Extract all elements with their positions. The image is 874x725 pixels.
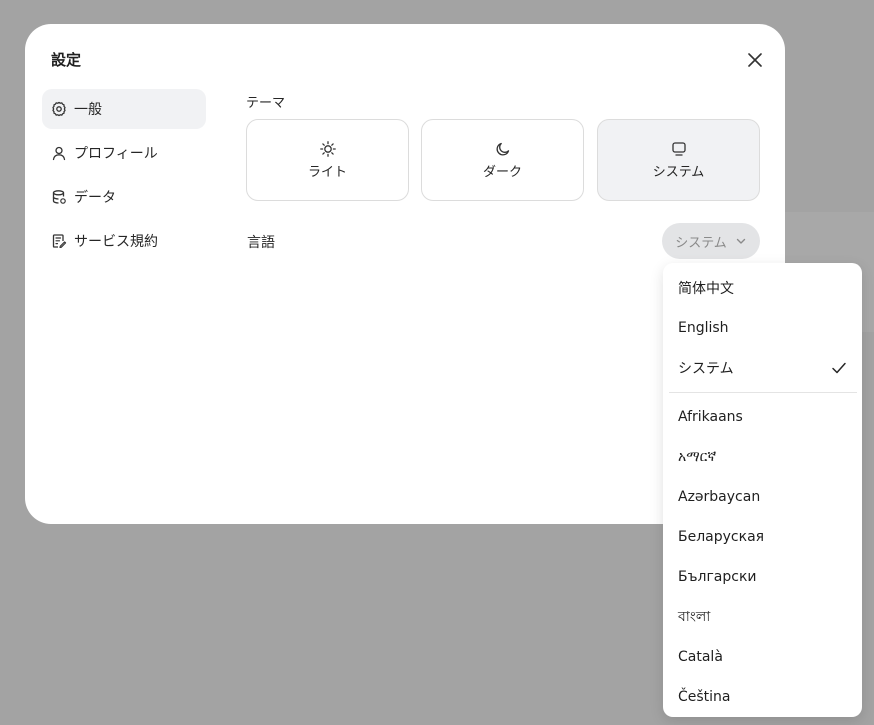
theme-option-label: ライト <box>307 164 347 180</box>
chevron-down-icon <box>736 238 746 244</box>
sidebar-item-label: データ <box>74 190 116 206</box>
sidebar-item-profile[interactable]: プロフィール <box>42 133 206 173</box>
moon-icon <box>495 141 511 157</box>
language-option-amharic[interactable]: አማርኛ <box>663 437 862 477</box>
sidebar-item-terms[interactable]: サービス規約 <box>42 221 206 261</box>
sidebar-item-general[interactable]: 一般 <box>42 89 206 129</box>
language-option-label: Български <box>678 569 757 585</box>
language-option-label: Azərbaycan <box>678 489 761 505</box>
language-option-label: システム <box>678 361 734 377</box>
language-option-bulgarian[interactable]: Български <box>663 557 862 597</box>
language-option-azerbaijani[interactable]: Azərbaycan <box>663 477 862 517</box>
check-icon <box>832 362 846 374</box>
language-option-label: বাংলা <box>678 609 711 625</box>
close-icon <box>748 53 762 67</box>
language-option-system[interactable]: システム <box>663 348 862 388</box>
user-icon <box>51 145 67 161</box>
language-option-label: አማርኛ <box>678 449 717 465</box>
language-option-czech[interactable]: Čeština <box>663 677 862 717</box>
sidebar-item-label: プロフィール <box>74 146 158 162</box>
language-option-bengali[interactable]: বাংলা <box>663 597 862 637</box>
language-option-catalan[interactable]: Català <box>663 637 862 677</box>
database-icon <box>51 189 67 205</box>
theme-option-label: システム <box>652 164 705 180</box>
theme-option-label: ダーク <box>482 164 522 180</box>
language-option-label: Català <box>678 649 723 665</box>
close-button[interactable] <box>743 48 767 72</box>
language-dropdown-menu: 简体中文 English システム Afrikaans አማርኛ Azərbay… <box>663 263 862 717</box>
menu-divider <box>669 392 857 393</box>
document-icon <box>51 233 67 249</box>
language-option-label: Беларуская <box>678 529 765 545</box>
language-option-label: Afrikaans <box>678 409 743 425</box>
language-option-belarusian[interactable]: Беларуская <box>663 517 862 557</box>
gear-icon <box>51 101 67 117</box>
sun-icon <box>319 140 336 157</box>
language-select[interactable]: システム <box>662 223 760 259</box>
sidebar-item-label: 一般 <box>74 102 102 118</box>
language-option-label: 简体中文 <box>678 281 734 297</box>
theme-label: テーマ <box>246 96 286 111</box>
settings-sidebar: 一般 プロフィール データ サービス規約 <box>42 89 206 265</box>
theme-option-system[interactable]: システム <box>597 119 760 201</box>
dialog-title: 設定 <box>51 51 82 69</box>
language-select-value: システム <box>675 235 727 251</box>
language-option-afrikaans[interactable]: Afrikaans <box>663 397 862 437</box>
sidebar-item-data[interactable]: データ <box>42 177 206 217</box>
language-option-label: Čeština <box>678 689 731 705</box>
monitor-icon <box>671 141 687 157</box>
sidebar-item-label: サービス規約 <box>74 234 158 250</box>
language-option-label: English <box>678 320 729 336</box>
language-option-zh-hans[interactable]: 简体中文 <box>663 268 862 308</box>
theme-option-dark[interactable]: ダーク <box>421 119 584 201</box>
language-label: 言語 <box>247 235 275 251</box>
language-option-english[interactable]: English <box>663 308 862 348</box>
theme-option-light[interactable]: ライト <box>246 119 409 201</box>
